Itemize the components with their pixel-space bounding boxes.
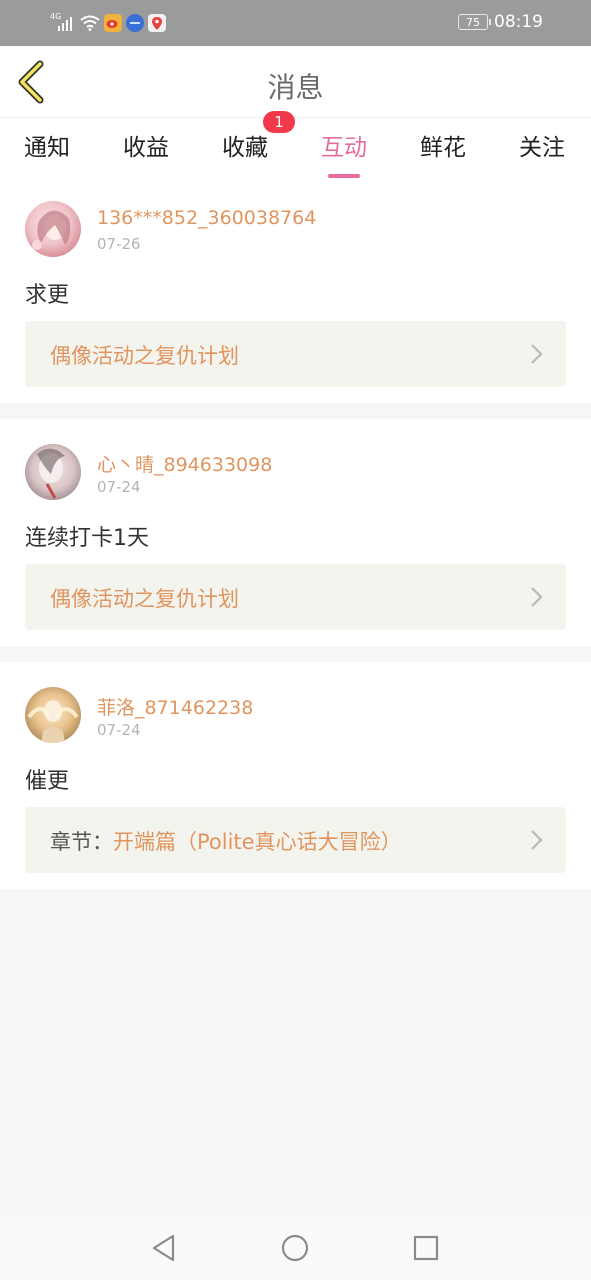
message-text: 求更 xyxy=(25,283,70,308)
battery-level: 75 xyxy=(466,15,480,29)
book-title: 偶像活动之复仇计划 xyxy=(50,587,239,611)
book-link-label: 偶像活动之复仇计划 xyxy=(50,340,239,370)
tab-label: 通知 xyxy=(24,135,70,161)
status-right: 75 08:19 xyxy=(458,12,543,32)
tab-interactions[interactable]: 互动 xyxy=(321,128,367,178)
battery-icon: 75 xyxy=(458,14,491,30)
chapter-link[interactable]: 章节：开端篇（Polite真心话大冒险） xyxy=(25,807,566,873)
chapter-title: 开端篇（Polite真心话大冒险） xyxy=(113,830,402,854)
triangle-back-icon xyxy=(152,1234,175,1262)
system-nav-bar xyxy=(0,1216,591,1280)
status-bar: 4G 75 08:19 xyxy=(0,0,591,46)
nav-back-button[interactable] xyxy=(148,1232,180,1264)
tab-label: 关注 xyxy=(519,135,565,161)
message-date: 07-24 xyxy=(97,478,141,496)
nav-recents-button[interactable] xyxy=(410,1232,442,1264)
nav-home-button[interactable] xyxy=(279,1232,311,1264)
favorites-badge: 1 xyxy=(263,111,295,133)
avatar[interactable] xyxy=(25,687,81,743)
message-card: 136***852_360038764 07-26 求更 偶像活动之复仇计划 xyxy=(0,180,591,403)
map-pin-icon xyxy=(148,14,166,32)
message-date: 07-26 xyxy=(97,235,141,253)
chapter-link-label: 章节：开端篇（Polite真心话大冒险） xyxy=(50,826,402,856)
status-icons: 4G xyxy=(50,12,166,34)
tab-label: 收藏 xyxy=(222,135,268,161)
tab-label: 互动 xyxy=(321,135,367,161)
message-card: 心丶晴_894633098 07-24 连续打卡1天 偶像活动之复仇计划 xyxy=(0,419,591,646)
chevron-right-icon xyxy=(531,587,543,607)
username[interactable]: 菲洛_871462238 xyxy=(97,693,253,720)
message-date: 07-24 xyxy=(97,721,141,739)
message-text: 催更 xyxy=(25,769,70,794)
avatar[interactable] xyxy=(25,444,81,500)
chevron-right-icon xyxy=(531,830,543,850)
username[interactable]: 心丶晴_894633098 xyxy=(97,450,272,477)
clock: 08:19 xyxy=(494,12,543,32)
book-title: 偶像活动之复仇计划 xyxy=(50,344,239,368)
avatar[interactable] xyxy=(25,201,81,257)
page-title: 消息 xyxy=(267,71,324,104)
tab-earnings[interactable]: 收益 xyxy=(123,128,169,172)
book-link-label: 偶像活动之复仇计划 xyxy=(50,583,239,613)
blue-app-icon xyxy=(126,14,144,32)
tab-label: 收益 xyxy=(123,135,169,161)
message-text: 连续打卡1天 xyxy=(25,526,149,551)
weibo-icon xyxy=(104,14,122,32)
square-recents-icon xyxy=(413,1235,439,1261)
wifi-icon xyxy=(80,15,100,31)
chevron-right-icon xyxy=(531,344,543,364)
tab-flowers[interactable]: 鲜花 xyxy=(420,128,466,172)
link-prefix: 章节： xyxy=(50,830,113,854)
tab-favorites[interactable]: 收藏 xyxy=(222,128,268,172)
signal-icon: 4G xyxy=(50,13,76,33)
active-tab-indicator xyxy=(328,174,360,178)
username[interactable]: 136***852_360038764 xyxy=(97,207,316,229)
circle-home-icon xyxy=(281,1234,309,1262)
book-link[interactable]: 偶像活动之复仇计划 xyxy=(25,564,566,630)
tab-following[interactable]: 关注 xyxy=(519,128,565,172)
app-header: 消息 xyxy=(0,46,591,118)
book-link[interactable]: 偶像活动之复仇计划 xyxy=(25,321,566,387)
tab-notifications[interactable]: 通知 xyxy=(24,128,70,172)
tab-bar: 通知 收益 收藏 互动 鲜花 关注 xyxy=(0,118,591,180)
message-card: 菲洛_871462238 07-24 催更 章节：开端篇（Polite真心话大冒… xyxy=(0,662,591,889)
tab-label: 鲜花 xyxy=(420,135,466,161)
